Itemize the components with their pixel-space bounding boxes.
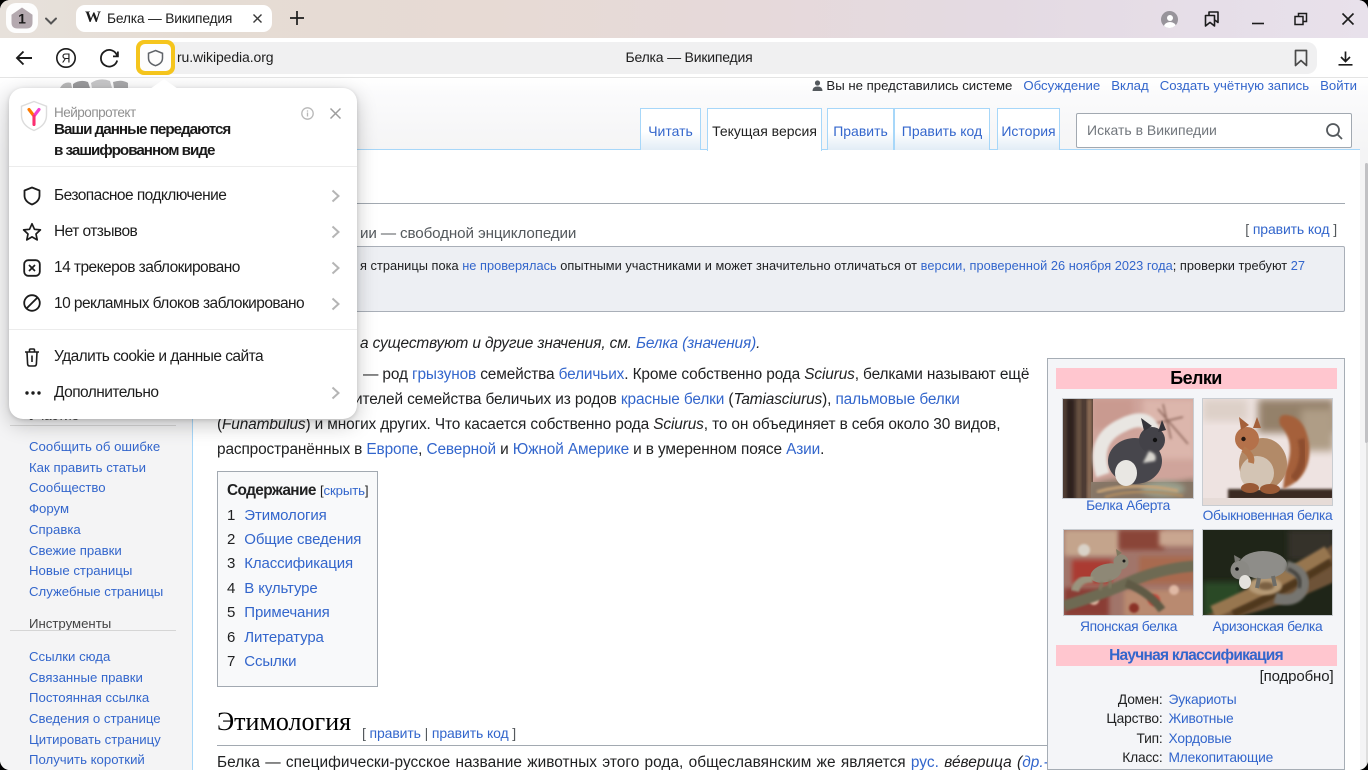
svg-text:1: 1 [18, 11, 26, 27]
